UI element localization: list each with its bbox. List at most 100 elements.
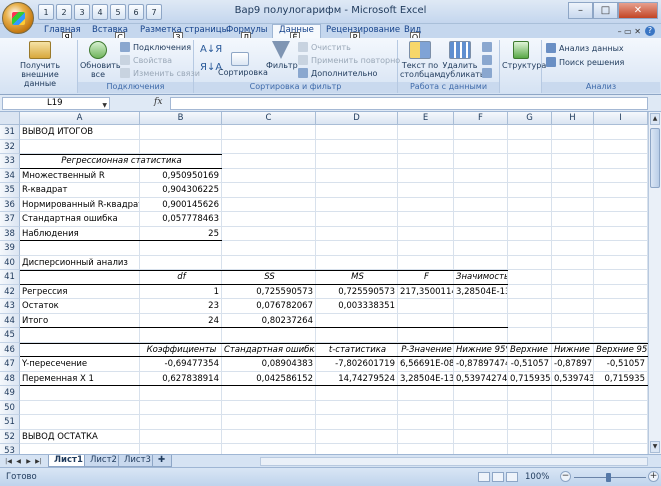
- help-icon[interactable]: ?: [645, 26, 655, 36]
- cell-b37[interactable]: 0,057778463: [142, 212, 221, 226]
- connections-button[interactable]: Подключения: [120, 42, 191, 52]
- cell-a43[interactable]: Остаток: [22, 299, 139, 313]
- cell-f48[interactable]: 0,539742747: [456, 372, 507, 386]
- column-header-g[interactable]: G: [508, 112, 552, 125]
- function-icon[interactable]: fx: [154, 97, 162, 107]
- last-sheet-icon[interactable]: ▶|: [34, 457, 43, 466]
- cell-b35[interactable]: 0,904306225: [142, 183, 221, 197]
- row-header-36[interactable]: 36: [0, 197, 20, 212]
- cell-a35[interactable]: R-квадрат: [22, 183, 139, 197]
- data-validation-icon[interactable]: [482, 42, 492, 52]
- row-header-46[interactable]: 46: [0, 342, 20, 357]
- cell-c48[interactable]: 0,042586152: [224, 372, 315, 386]
- cell-b46[interactable]: Коэффициенты: [142, 343, 221, 357]
- row-header-39[interactable]: 39: [0, 241, 20, 256]
- cell-b48[interactable]: 0,627838914: [142, 372, 221, 386]
- cell-e47[interactable]: 6,56691E-08: [400, 357, 453, 371]
- cell-a34[interactable]: Множественный R: [22, 169, 139, 183]
- sort-button[interactable]: Сортировка: [218, 52, 268, 77]
- row-header-49[interactable]: 49: [0, 386, 20, 401]
- cell-e46[interactable]: P-Значение: [400, 343, 453, 357]
- cell-a47[interactable]: Y-пересечение: [22, 357, 139, 371]
- page-break-view-icon[interactable]: [506, 472, 518, 482]
- cell-c42[interactable]: 0,725590573: [224, 285, 315, 299]
- cell-b41[interactable]: df: [142, 270, 221, 284]
- row-header-35[interactable]: 35: [0, 183, 20, 198]
- next-sheet-icon[interactable]: ▶: [24, 457, 33, 466]
- scroll-up-icon[interactable]: ▲: [650, 113, 660, 125]
- close-button[interactable]: ✕: [618, 2, 658, 19]
- cell-h46[interactable]: Нижние 95,0%: [554, 343, 593, 357]
- consolidate-icon[interactable]: [482, 55, 492, 65]
- vertical-scrollbar[interactable]: ▲ ▼: [648, 112, 661, 454]
- cell-a33[interactable]: Регрессионная статистика: [22, 154, 221, 168]
- refresh-all-button[interactable]: Обновить все: [80, 41, 121, 79]
- worksheet-grid[interactable]: A B C D E F G H I 31 32 33 34 35 36 37 38 39 40 41 42 43 44 45 4…: [0, 112, 661, 454]
- row-header-47[interactable]: 47: [0, 357, 20, 372]
- get-external-data-button[interactable]: Получить внешние данные: [8, 41, 72, 88]
- cell-i46[interactable]: Верхние 95,0%: [596, 343, 647, 357]
- cell-b36[interactable]: 0,900145626: [142, 198, 221, 212]
- tab-page-layout[interactable]: Разметка страницы: [140, 25, 228, 35]
- column-header-a[interactable]: A: [20, 112, 140, 125]
- select-all-corner[interactable]: [0, 112, 20, 125]
- row-header-45[interactable]: 45: [0, 328, 20, 343]
- row-header-50[interactable]: 50: [0, 400, 20, 415]
- horizontal-scrollbar[interactable]: [260, 457, 648, 466]
- first-sheet-icon[interactable]: |◀: [4, 457, 13, 466]
- properties-button[interactable]: Свойства: [120, 55, 172, 65]
- cell-b47[interactable]: -0,69477354: [142, 357, 221, 371]
- row-header-38[interactable]: 38: [0, 226, 20, 241]
- row-header-42[interactable]: 42: [0, 284, 20, 299]
- cell-e42[interactable]: 217,3500114: [400, 285, 453, 299]
- row-header-44[interactable]: 44: [0, 313, 20, 328]
- cell-b38[interactable]: 25: [142, 227, 221, 241]
- cell-i48[interactable]: 0,715935: [596, 372, 647, 386]
- cell-c46[interactable]: Стандартная ошибка: [224, 343, 315, 357]
- cell-f47[interactable]: -0,87897474: [456, 357, 507, 371]
- cell-d47[interactable]: -7,802601719: [318, 357, 397, 371]
- clear-button[interactable]: Очистить: [298, 42, 351, 52]
- cell-f46[interactable]: Нижние 95%: [456, 343, 507, 357]
- column-header-i[interactable]: I: [594, 112, 648, 125]
- row-header-52[interactable]: 52: [0, 429, 20, 444]
- row-header-53[interactable]: 53: [0, 444, 20, 454]
- cell-a44[interactable]: Итого: [22, 314, 139, 328]
- column-header-d[interactable]: D: [316, 112, 398, 125]
- row-header-43[interactable]: 43: [0, 299, 20, 314]
- maximize-button[interactable]: □: [593, 2, 618, 19]
- cell-h48[interactable]: 0,539743: [554, 372, 593, 386]
- column-header-c[interactable]: C: [222, 112, 316, 125]
- column-header-h[interactable]: H: [552, 112, 594, 125]
- cell-g48[interactable]: 0,715935: [510, 372, 551, 386]
- cell-a40[interactable]: Дисперсионный анализ: [22, 256, 139, 270]
- page-layout-view-icon[interactable]: [492, 472, 504, 482]
- solver-button[interactable]: Поиск решения: [546, 57, 624, 67]
- sheet-tab-1[interactable]: Лист1: [48, 455, 89, 467]
- cell-d43[interactable]: 0,003338351: [318, 299, 397, 313]
- zoom-slider-thumb[interactable]: [606, 473, 611, 482]
- cell-d42[interactable]: 0,725590573: [318, 285, 397, 299]
- cell-d46[interactable]: t-статистика: [318, 343, 397, 357]
- remove-duplicates-button[interactable]: Удалить дубликаты: [440, 41, 486, 79]
- cell-g47[interactable]: -0,51057: [510, 357, 551, 371]
- cell-a38[interactable]: Наблюдения: [22, 227, 139, 241]
- cell-a37[interactable]: Стандартная ошибка: [22, 212, 139, 226]
- text-to-columns-button[interactable]: Текст по столбцам: [400, 41, 440, 79]
- ribbon-minimize-icon[interactable]: – ▭ ✕: [618, 27, 641, 36]
- row-header-41[interactable]: 41: [0, 270, 20, 285]
- insert-sheet-icon[interactable]: ✚: [152, 455, 172, 467]
- zoom-in-icon[interactable]: +: [648, 471, 659, 482]
- zoom-out-icon[interactable]: −: [560, 471, 571, 482]
- scroll-down-icon[interactable]: ▼: [650, 441, 660, 453]
- cell-c47[interactable]: 0,08904383: [224, 357, 315, 371]
- cell-e48[interactable]: 3,28504E-13: [400, 372, 453, 386]
- cell-b44[interactable]: 24: [142, 314, 221, 328]
- edit-links-button[interactable]: Изменить связи: [120, 68, 200, 78]
- column-header-e[interactable]: E: [398, 112, 454, 125]
- row-header-51[interactable]: 51: [0, 415, 20, 430]
- minimize-button[interactable]: –: [568, 2, 593, 19]
- cell-b34[interactable]: 0,950950169: [142, 169, 221, 183]
- cell-g46[interactable]: Верхние 95%: [510, 343, 551, 357]
- row-header-40[interactable]: 40: [0, 255, 20, 270]
